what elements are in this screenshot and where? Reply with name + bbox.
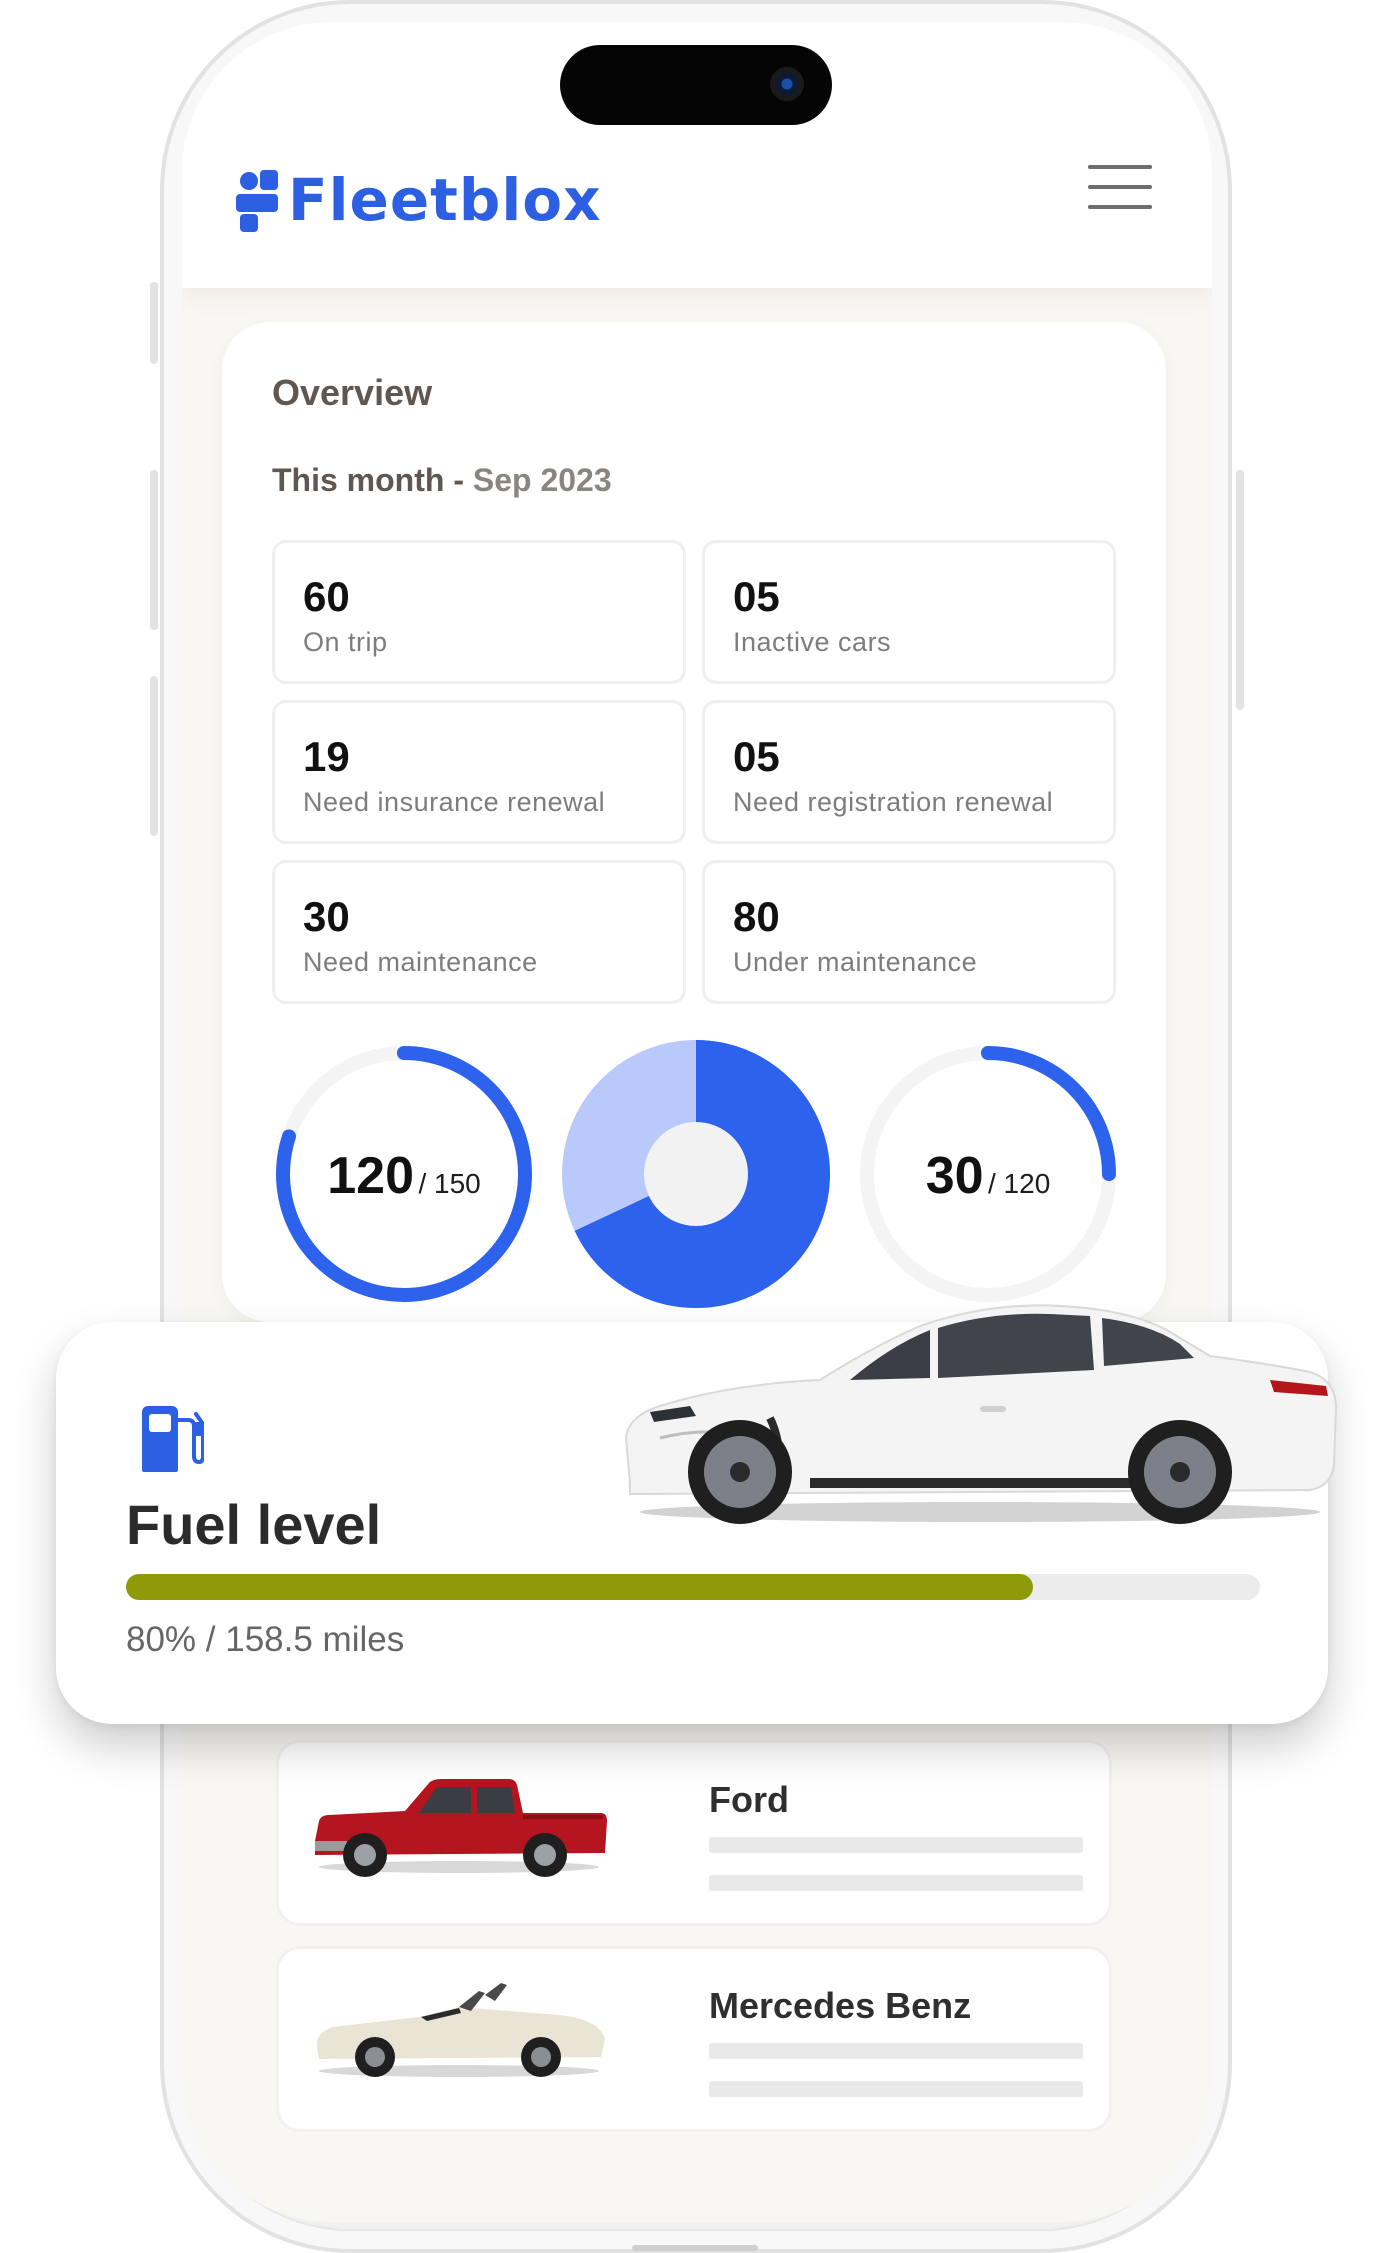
stat-need-maintenance[interactable]: 30 Need maintenance bbox=[272, 860, 686, 1004]
dynamic-island bbox=[560, 45, 832, 125]
period-separator: - bbox=[444, 462, 473, 498]
stat-label: Need maintenance bbox=[303, 947, 538, 977]
stat-value: 05 bbox=[733, 573, 780, 620]
period-value: Sep 2023 bbox=[472, 462, 612, 498]
gauge-total: / 120 bbox=[988, 1168, 1051, 1199]
vehicle-item-mercedes-benz[interactable]: Mercedes Benz bbox=[276, 1946, 1112, 2132]
fuel-pump-icon bbox=[142, 1406, 204, 1472]
fuel-level-readout: 80% / 158.5 miles bbox=[126, 1620, 405, 1659]
overview-title: Overview bbox=[272, 372, 433, 413]
action-button bbox=[150, 282, 158, 364]
fuel-level-title: Fuel level bbox=[126, 1493, 382, 1556]
vehicle-name: Ford bbox=[709, 1779, 789, 1820]
stat-label: Under maintenance bbox=[733, 947, 978, 977]
gauge-value: 120 bbox=[327, 1147, 415, 1205]
placeholder-line bbox=[709, 1875, 1083, 1891]
brand-logo[interactable]: Fleetblox bbox=[236, 165, 602, 235]
pickup-truck-image bbox=[315, 1779, 607, 1877]
gauge-value: 30 bbox=[925, 1147, 984, 1205]
fuel-progress-fill bbox=[126, 1574, 1034, 1600]
stat-value: 60 bbox=[303, 573, 350, 620]
vehicle-name: Mercedes Benz bbox=[709, 1985, 972, 2026]
stat-label: Need registration renewal bbox=[733, 787, 1054, 817]
stat-label: Inactive cars bbox=[733, 627, 892, 657]
donut-chart bbox=[562, 1040, 830, 1308]
stat-registration-renewal[interactable]: 05 Need registration renewal bbox=[702, 700, 1116, 844]
convertible-car-image bbox=[316, 1983, 605, 2077]
period-heading: This month - Sep 2023 bbox=[272, 462, 612, 499]
brand-name: Fleetblox bbox=[288, 166, 602, 234]
vehicle-item-ford[interactable]: Ford bbox=[276, 1740, 1112, 1926]
fuel-progress-track bbox=[126, 1574, 1260, 1600]
hamburger-menu-icon[interactable] bbox=[1088, 163, 1152, 211]
stat-under-maintenance[interactable]: 80 Under maintenance bbox=[702, 860, 1116, 1004]
stat-value: 80 bbox=[733, 893, 780, 940]
volume-up-button bbox=[150, 470, 158, 630]
placeholder-line bbox=[709, 2081, 1083, 2097]
stat-label: On trip bbox=[303, 627, 388, 657]
placeholder-line bbox=[709, 1837, 1083, 1853]
stat-insurance-renewal[interactable]: 19 Need insurance renewal bbox=[272, 700, 686, 844]
placeholder-line bbox=[709, 2043, 1083, 2059]
gauge-maintenance: 30 / 120 bbox=[854, 1040, 1122, 1308]
gauge-readout: 30 / 120 bbox=[854, 1146, 1122, 1206]
stat-label: Need insurance renewal bbox=[303, 787, 606, 817]
gauge-trips: 120 / 150 bbox=[270, 1040, 538, 1308]
white-coupe-image bbox=[624, 1304, 1338, 1524]
fleetblox-logo-icon bbox=[236, 168, 280, 232]
camera-icon bbox=[770, 67, 804, 101]
stat-value: 19 bbox=[303, 733, 350, 780]
stat-on-trip[interactable]: 60 On trip bbox=[272, 540, 686, 684]
gauge-total: / 150 bbox=[418, 1168, 481, 1199]
gauge-readout: 120 / 150 bbox=[270, 1146, 538, 1206]
stat-inactive-cars[interactable]: 05 Inactive cars bbox=[702, 540, 1116, 684]
volume-down-button bbox=[150, 676, 158, 836]
power-button bbox=[1236, 470, 1244, 710]
home-indicator bbox=[632, 2245, 758, 2251]
stat-value: 05 bbox=[733, 733, 780, 780]
period-label: This month bbox=[272, 462, 445, 498]
stat-value: 30 bbox=[303, 893, 350, 940]
